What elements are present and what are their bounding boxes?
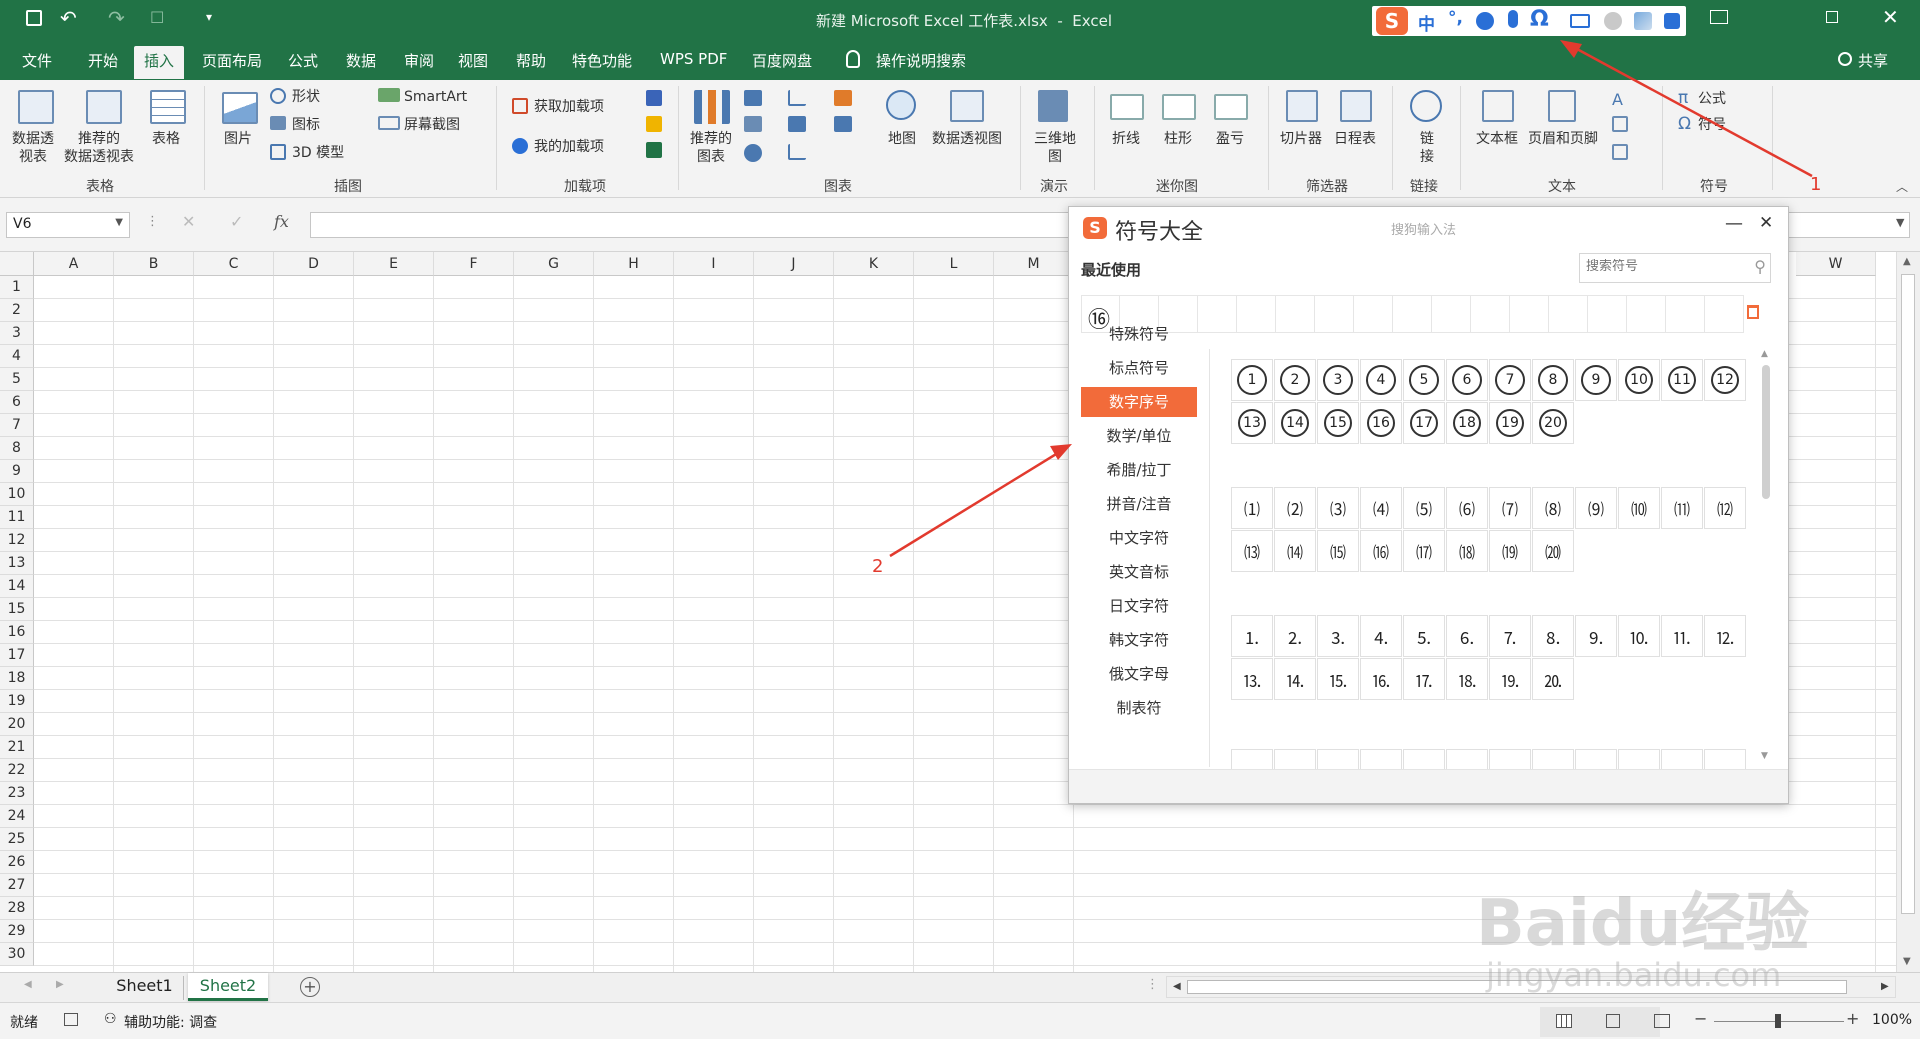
annotation-arrowhead-2 [1050,444,1072,460]
annotation-arrow-1 [1563,40,1813,178]
annotation-label-2: 2 [872,556,884,577]
baidu-watermark: Baidu经验 [1476,887,1810,961]
annotation-arrow-2 [889,446,1067,558]
annotation-label-1: 1 [1810,174,1822,195]
annotation-arrowhead-1 [1560,40,1582,58]
baidu-watermark-url: jingyan.baidu.com [1486,956,1782,994]
